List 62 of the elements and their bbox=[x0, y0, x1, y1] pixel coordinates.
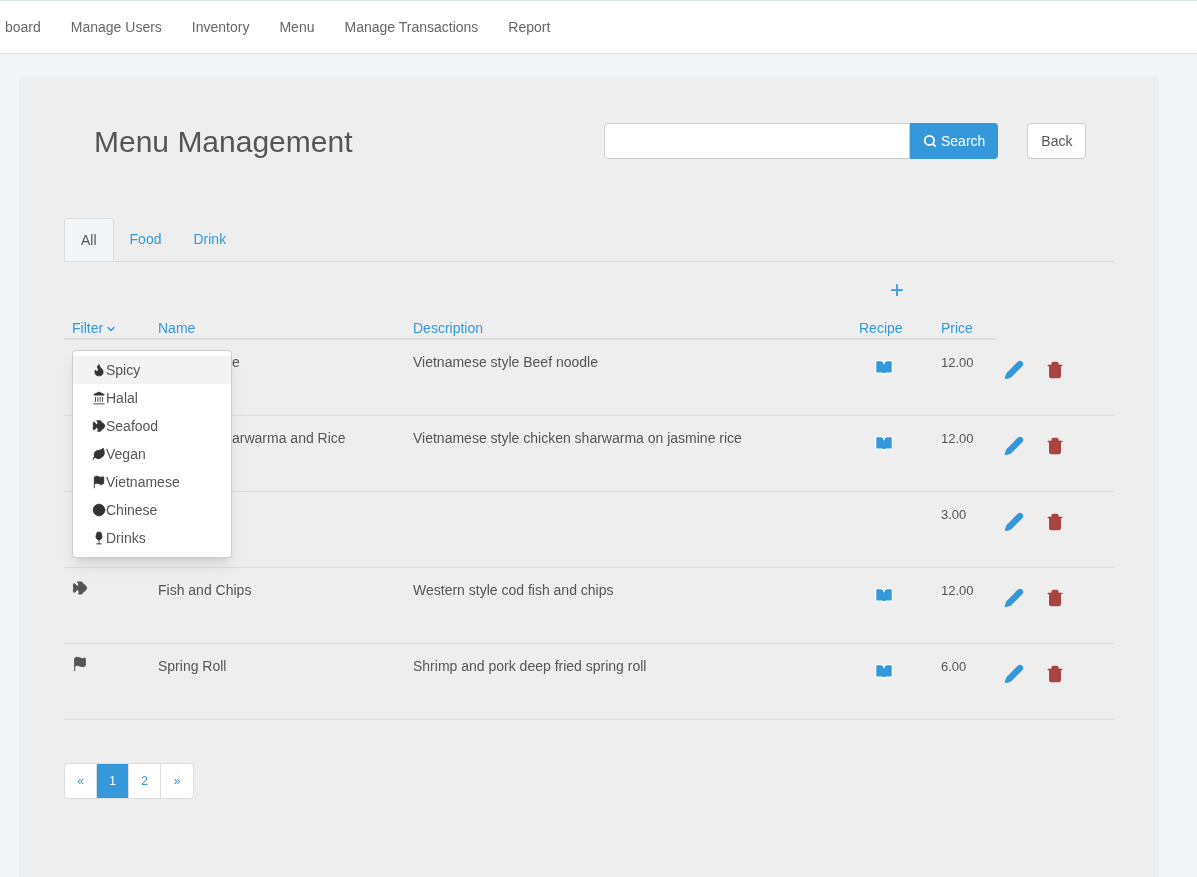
item-name: e bbox=[232, 354, 240, 370]
book-icon[interactable] bbox=[873, 358, 895, 378]
search-field[interactable] bbox=[604, 123, 910, 159]
delete-icon[interactable] bbox=[1046, 664, 1064, 684]
flame-icon bbox=[92, 363, 106, 377]
filter-option[interactable]: Spicy bbox=[73, 356, 231, 384]
nav-link[interactable]: Manage Users bbox=[55, 16, 177, 38]
filter-option[interactable]: Vegan bbox=[73, 440, 231, 468]
page-title: Menu Management bbox=[94, 123, 354, 160]
filter-option[interactable]: Drinks bbox=[73, 524, 231, 552]
item-price: 12.00 bbox=[941, 355, 974, 370]
page-link[interactable]: 2 bbox=[129, 764, 161, 798]
fish-icon bbox=[92, 419, 106, 433]
building-icon bbox=[92, 391, 106, 405]
item-name: Spring Roll bbox=[158, 658, 227, 674]
filter-option[interactable]: Chinese bbox=[73, 496, 231, 524]
edit-icon[interactable] bbox=[1004, 512, 1024, 532]
search-button[interactable]: Search bbox=[910, 123, 999, 159]
nav-link[interactable]: Inventory bbox=[176, 16, 265, 38]
filter-option[interactable]: Halal bbox=[73, 384, 231, 412]
item-description: Shrimp and pork deep fried spring roll bbox=[413, 658, 647, 674]
nav-link[interactable]: Menu bbox=[264, 16, 330, 38]
edit-icon[interactable] bbox=[1004, 436, 1024, 456]
edit-icon[interactable] bbox=[1004, 360, 1024, 380]
page-link[interactable]: » bbox=[161, 764, 193, 798]
book-icon[interactable] bbox=[873, 434, 895, 454]
circle-icon bbox=[92, 503, 106, 517]
flag-icon bbox=[72, 656, 88, 672]
edit-icon[interactable] bbox=[1004, 664, 1024, 684]
item-description: Vietnamese style chicken sharwarma on jasmine rice bbox=[413, 430, 742, 446]
fish-icon bbox=[72, 580, 88, 596]
item-price: 12.00 bbox=[941, 583, 974, 598]
book-icon[interactable] bbox=[873, 586, 895, 606]
nav-link[interactable]: board bbox=[0, 16, 56, 38]
column-header: Description bbox=[413, 319, 485, 338]
column-header: Recipe bbox=[859, 319, 904, 338]
leaf-icon bbox=[92, 447, 106, 461]
item-description: Vietnamese style Beef noodle bbox=[413, 354, 598, 370]
back-button[interactable]: Back bbox=[1027, 123, 1087, 159]
edit-icon[interactable] bbox=[1004, 588, 1024, 608]
delete-icon[interactable] bbox=[1046, 588, 1064, 608]
book-icon[interactable] bbox=[873, 662, 895, 682]
search-icon bbox=[923, 134, 937, 148]
item-price: 6.00 bbox=[941, 659, 967, 674]
nav-link[interactable]: Manage Transactions bbox=[329, 16, 494, 38]
flag-icon bbox=[92, 475, 106, 489]
item-description: Western style cod fish and chips bbox=[413, 582, 614, 598]
glass-icon bbox=[92, 531, 106, 545]
category-tab[interactable]: All bbox=[64, 218, 114, 261]
filter-option[interactable]: Vietnamese bbox=[73, 468, 231, 496]
nav-link[interactable]: Report bbox=[493, 16, 566, 38]
delete-icon[interactable] bbox=[1046, 512, 1064, 532]
item-name: Fish and Chips bbox=[158, 582, 252, 598]
item-price: 12.00 bbox=[941, 431, 974, 446]
page-link[interactable]: 1 bbox=[97, 764, 129, 798]
column-header: Price bbox=[941, 319, 973, 338]
item-price: 3.00 bbox=[941, 507, 967, 522]
filter-option[interactable]: Seafood bbox=[73, 412, 231, 440]
item-name: arwarma and Rice bbox=[232, 430, 346, 446]
delete-icon[interactable] bbox=[1046, 436, 1064, 456]
delete-icon[interactable] bbox=[1046, 360, 1064, 380]
column-header: Name bbox=[158, 319, 197, 338]
